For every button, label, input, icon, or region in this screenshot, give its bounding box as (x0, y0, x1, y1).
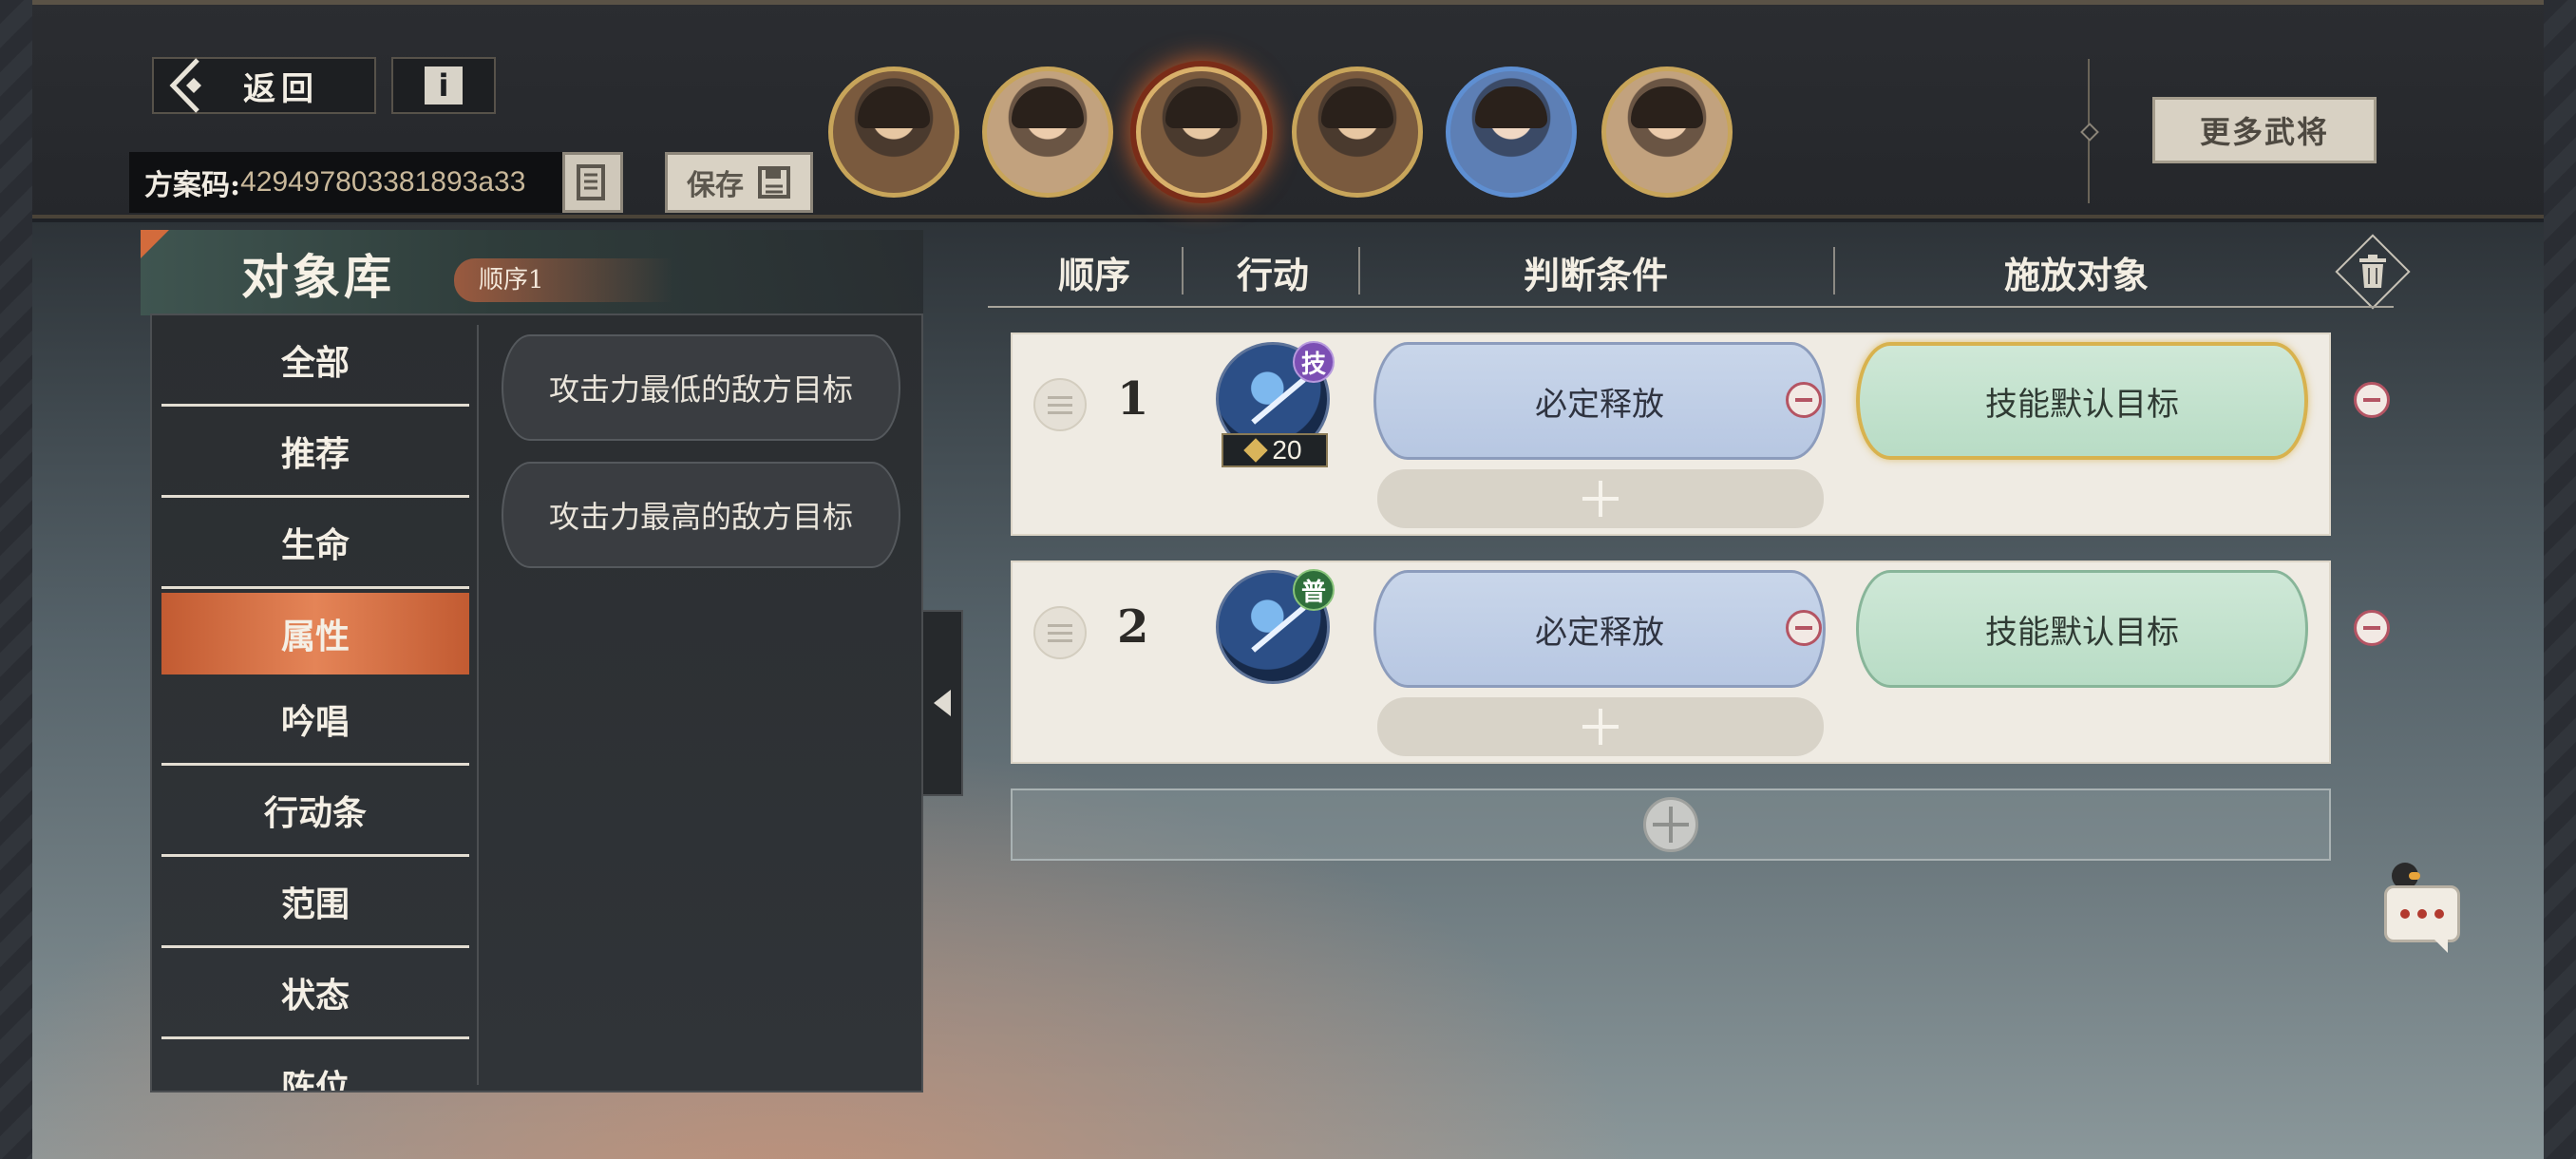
header-action: 行动 (1236, 253, 1309, 296)
condition-chip[interactable]: 必定释放 (1373, 570, 1826, 688)
energy-icon (1243, 438, 1269, 463)
copy-document-icon (577, 164, 605, 200)
target-chip[interactable]: 技能默认目标 (1856, 570, 2308, 688)
category-range[interactable]: 范围 (161, 857, 469, 948)
drag-handle-icon[interactable] (1033, 378, 1087, 431)
category-action-bar[interactable]: 行动条 (161, 766, 469, 857)
add-condition-button[interactable] (1377, 697, 1824, 756)
header-separator (1182, 247, 1184, 294)
action-row-1: 1 技 20 必定释放 技能默认目标 (1011, 332, 2390, 536)
row-order-number: 2 (1117, 600, 1149, 654)
category-recommended[interactable]: 推荐 (161, 407, 469, 498)
back-arrow-icon (169, 58, 201, 113)
skill-cost-value: 20 (1272, 435, 1302, 465)
plus-icon (1653, 807, 1689, 843)
skill-type-badge: 技 (1293, 341, 1335, 383)
right-frame-decoration (2544, 0, 2576, 1159)
general-portrait-2[interactable] (982, 66, 1113, 198)
plan-code-field: 方案码: 429497803381893a33 (129, 152, 562, 213)
remove-condition-icon[interactable] (1786, 382, 1822, 418)
plan-code-value: 429497803381893a33 (240, 166, 526, 198)
add-condition-button[interactable] (1377, 469, 1824, 528)
remove-condition-icon[interactable] (1786, 610, 1822, 646)
save-button-label: 保存 (687, 169, 744, 202)
header-order: 顺序 (1057, 253, 1130, 296)
category-health[interactable]: 生命 (161, 498, 469, 589)
plus-icon (1582, 481, 1619, 517)
option-highest-attack-enemy[interactable]: 攻击力最高的敌方目标 (502, 462, 900, 568)
back-button[interactable]: 返回 (152, 57, 376, 114)
save-disk-icon (758, 166, 790, 199)
back-button-label: 返回 (243, 69, 319, 108)
save-button[interactable]: 保存 (665, 152, 813, 213)
header-separator (1358, 247, 1360, 294)
info-icon: i (425, 66, 463, 104)
remove-row-icon[interactable] (2354, 382, 2390, 418)
add-circle-icon (1643, 797, 1698, 852)
action-row-2: 2 普 必定释放 技能默认目标 (1011, 560, 2390, 764)
header-condition: 判断条件 (1523, 253, 1668, 296)
header-divider (2088, 59, 2090, 203)
category-all[interactable]: 全部 (161, 315, 469, 407)
drag-handle-icon[interactable] (1033, 606, 1087, 659)
more-generals-button[interactable]: 更多武将 (2152, 97, 2377, 163)
skill-cost: 20 (1222, 433, 1328, 467)
general-portrait-6[interactable] (1601, 66, 1733, 198)
header-target: 施放对象 (2003, 253, 2149, 296)
general-portrait-4[interactable] (1292, 66, 1423, 198)
category-attributes-active[interactable]: 属性 (161, 593, 469, 674)
plus-icon (1582, 709, 1619, 745)
library-title: 对象库 (241, 249, 395, 305)
category-status[interactable]: 状态 (161, 948, 469, 1039)
target-chip-selected[interactable]: 技能默认目标 (1856, 342, 2308, 460)
header-separator (1833, 247, 1835, 294)
general-portrait-3-selected[interactable] (1136, 66, 1267, 198)
add-row-button[interactable] (1011, 788, 2331, 861)
skill-type-badge: 普 (1293, 569, 1335, 611)
category-formation[interactable]: 阵位 (161, 1039, 469, 1091)
category-divider (477, 325, 479, 1085)
category-chant[interactable]: 吟唱 (161, 674, 469, 766)
info-button[interactable]: i (391, 57, 496, 114)
order-tag: 顺序1 (454, 258, 672, 302)
collapse-panel-button[interactable] (921, 610, 963, 796)
condition-chip[interactable]: 必定释放 (1373, 342, 1826, 460)
option-lowest-attack-enemy[interactable]: 攻击力最低的敌方目标 (502, 334, 900, 441)
left-frame-decoration (0, 0, 32, 1159)
remove-row-icon[interactable] (2354, 610, 2390, 646)
trash-icon (2354, 253, 2392, 291)
general-portrait-1[interactable] (828, 66, 959, 198)
plan-code-label: 方案码: (144, 169, 241, 202)
copy-plan-code-button[interactable] (562, 152, 623, 213)
library-panel: 全部 推荐 生命 属性 吟唱 行动条 范围 状态 阵位 攻击力最低的敌方目标 攻… (150, 314, 923, 1092)
normal-attack-icon[interactable]: 普 (1216, 569, 1335, 684)
chat-bubble-button[interactable] (2384, 885, 2460, 953)
header-underline (988, 306, 2394, 308)
category-list: 全部 推荐 生命 属性 吟唱 行动条 范围 状态 阵位 (161, 315, 469, 1091)
general-portrait-5[interactable] (1446, 66, 1577, 198)
row-order-number: 1 (1117, 372, 1149, 426)
